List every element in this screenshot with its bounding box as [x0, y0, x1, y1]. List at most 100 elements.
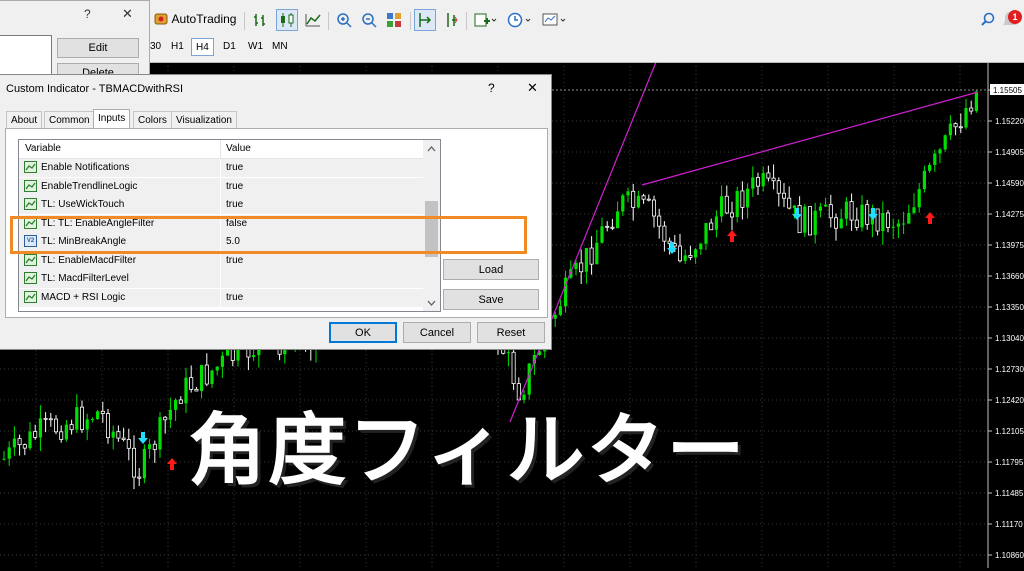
timeframe-w1[interactable]: W1 [244, 38, 267, 56]
parameter-value[interactable]: true [226, 181, 243, 192]
templates-button[interactable] [540, 9, 570, 31]
candle-body [174, 399, 178, 410]
zoom-out-icon [362, 13, 377, 28]
parameter-value[interactable]: true [226, 255, 243, 266]
grid-row[interactable]: Enable Notifications true [19, 159, 424, 178]
template-icon [542, 13, 566, 26]
timeframe-h1[interactable]: H1 [167, 38, 188, 56]
tab-common[interactable]: Common [44, 111, 95, 128]
candle-body [226, 349, 230, 356]
save-button[interactable]: Save [443, 289, 539, 310]
reset-button[interactable]: Reset [477, 322, 545, 343]
candle-body [792, 205, 796, 209]
tab-about[interactable]: About [6, 111, 43, 128]
ok-button[interactable]: OK [329, 322, 397, 343]
cancel-button-label: Cancel [419, 326, 455, 339]
auto-scroll-button[interactable] [414, 9, 436, 31]
candle-body [938, 149, 942, 154]
grid-row[interactable]: TL: MacdFilterLevel [19, 270, 424, 289]
grid-row[interactable]: TL: UseWickTouch true [19, 196, 424, 215]
candle-body [96, 411, 100, 420]
help-icon[interactable]: ? [84, 7, 91, 21]
current-price-label: 1.15505 [993, 86, 1022, 95]
line-chart-button[interactable] [302, 9, 324, 31]
periods-button[interactable] [505, 9, 535, 31]
zoom-in-button[interactable] [333, 9, 355, 31]
column-header-variable[interactable]: Variable [25, 143, 61, 154]
edit-button[interactable]: Edit [57, 38, 139, 58]
candle-body [605, 225, 610, 228]
candle-body [730, 212, 735, 218]
help-icon[interactable]: ? [488, 81, 495, 95]
candle-body [22, 444, 27, 449]
search-icon [981, 12, 995, 26]
tab-colors[interactable]: Colors [133, 111, 172, 128]
parameter-value[interactable]: true [226, 199, 243, 210]
candle-body [641, 195, 646, 200]
timeframe-d1[interactable]: D1 [219, 38, 240, 56]
candle-body [131, 447, 136, 478]
grid-header: Variable Value [19, 140, 424, 159]
candle-body [948, 123, 952, 136]
close-icon[interactable]: ✕ [122, 6, 133, 22]
reset-button-label: Reset [496, 326, 526, 339]
price-tick-label: 1.15220 [995, 117, 1024, 126]
candle-body [746, 188, 750, 208]
autotrading-button[interactable]: AutoTrading [150, 8, 240, 30]
candle-body [735, 190, 739, 217]
load-button[interactable]: Load [443, 259, 539, 280]
timeframe-h4[interactable]: H4 [191, 38, 214, 56]
search-button[interactable] [978, 8, 998, 30]
candlestick-chart-button[interactable] [276, 9, 298, 31]
bool-param-icon [24, 198, 37, 210]
indicators-button[interactable] [472, 9, 500, 31]
grid-row[interactable]: MACD + RSI Logic true [19, 288, 424, 308]
candle-body [704, 223, 708, 244]
column-header-value[interactable]: Value [226, 143, 251, 154]
timeframe-mn[interactable]: MN [268, 38, 292, 56]
scroll-up-icon [427, 146, 436, 152]
candle-body [782, 192, 787, 199]
parameter-value[interactable]: true [226, 162, 243, 173]
candle-body [818, 206, 822, 211]
tab-visualization[interactable]: Visualization [171, 111, 237, 128]
timeframe-label: D1 [223, 41, 236, 52]
tab-label: Inputs [98, 113, 126, 124]
candle-body [589, 247, 594, 265]
candle-body [808, 206, 813, 236]
candle-body [766, 172, 771, 179]
load-button-label: Load [478, 263, 504, 276]
candle-body [43, 417, 48, 420]
candle-body [953, 123, 958, 128]
bar-chart-button[interactable] [250, 9, 272, 31]
tile-windows-button[interactable] [383, 9, 405, 31]
candle-body [974, 91, 978, 112]
candle-body [964, 108, 968, 128]
candle-body [80, 406, 85, 430]
chart-shift-icon [447, 13, 458, 27]
price-tick-label: 1.13350 [995, 303, 1024, 312]
grid-row[interactable]: TL: EnableMacdFilter true [19, 251, 424, 271]
parameter-value[interactable]: true [226, 292, 243, 303]
notifications-button[interactable]: 1 [1000, 8, 1022, 30]
candle-body [168, 409, 172, 420]
candle-body [631, 190, 636, 208]
zoom-out-button[interactable] [358, 9, 380, 31]
price-tick-label: 1.14905 [995, 148, 1024, 157]
chart-shift-button[interactable] [440, 9, 462, 31]
background-dialog: ? ✕ Edit Delete [0, 0, 150, 83]
price-tick-label: 1.11485 [995, 489, 1024, 498]
close-icon[interactable]: ✕ [527, 80, 538, 96]
candle-body [896, 223, 900, 227]
candle-body [152, 443, 157, 450]
candle-body [158, 417, 162, 450]
candle-body [64, 424, 68, 440]
tab-inputs[interactable]: Inputs [93, 109, 131, 129]
candle-body [724, 195, 729, 214]
cancel-button[interactable]: Cancel [403, 322, 471, 343]
candle-body [17, 438, 22, 446]
timeframe-label: MN [272, 41, 288, 52]
candle-body [121, 437, 126, 440]
price-tick-label: 1.14590 [995, 179, 1024, 188]
grid-row[interactable]: EnableTrendlineLogic true [19, 177, 424, 197]
